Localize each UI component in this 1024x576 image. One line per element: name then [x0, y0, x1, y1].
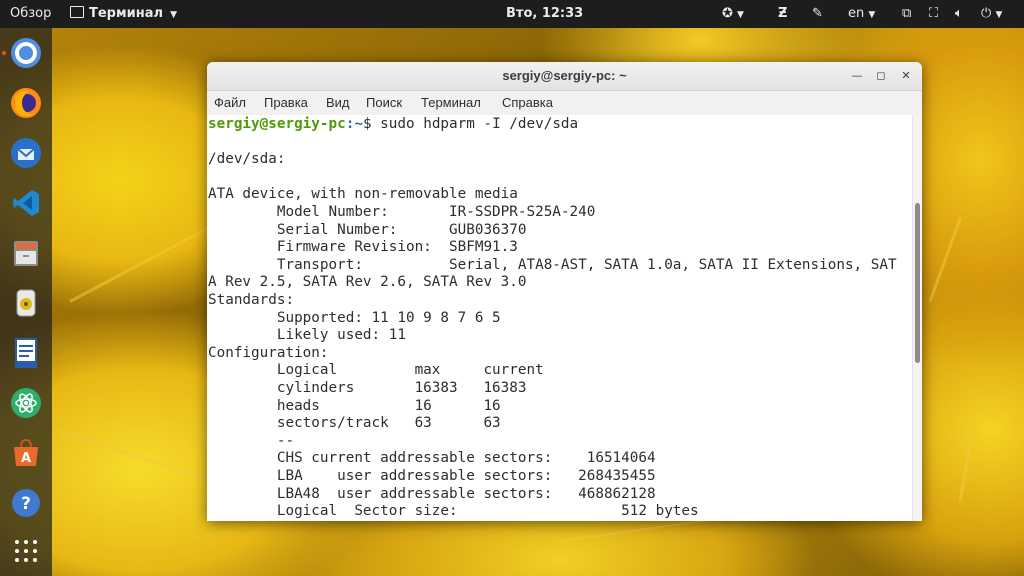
active-app-indicator	[2, 51, 6, 55]
thunderbird-icon[interactable]	[8, 135, 44, 171]
menu-edit[interactable]: Правка	[264, 91, 308, 115]
menu-search[interactable]: Поиск	[366, 91, 402, 115]
help-icon[interactable]: ?	[8, 485, 44, 521]
clock[interactable]: Вто, 12:33	[506, 0, 583, 28]
window-titlebar[interactable]: sergiy@sergiy-pc: ~ — ◻ ✕	[207, 62, 922, 91]
output-line: Standards:	[208, 292, 295, 308]
software-center-icon[interactable]: A	[8, 435, 44, 471]
activities-label: Обзор	[10, 6, 52, 21]
output-line: Firmware Revision: SBFM91.3	[208, 239, 518, 256]
language-label: en	[848, 6, 865, 21]
output-line: LBA user addressable sectors: 268435455	[208, 468, 656, 484]
terminal-scrollbar[interactable]	[912, 115, 922, 521]
pen-indicator-icon[interactable]: ✎	[812, 0, 823, 28]
prompt-symbol: $	[362, 116, 381, 132]
vscode-icon[interactable]	[8, 185, 44, 221]
output-line: A Rev 2.5, SATA Rev 2.6, SATA Rev 3.0	[208, 274, 527, 291]
output-line: /dev/sda:	[208, 151, 286, 168]
language-selector[interactable]: en ▼	[848, 0, 875, 28]
chevron-down-icon: ▼	[170, 10, 178, 20]
menu-view[interactable]: Вид	[326, 91, 350, 115]
window-title: sergiy@sergiy-pc: ~	[502, 68, 627, 83]
volume-icon[interactable]: 🔈︎	[955, 0, 963, 28]
output-line: sectors/track 63 63	[208, 415, 501, 432]
output-line: Logical Sector size: 512 bytes	[208, 503, 699, 520]
top-bar: Обзор Терминал ▼ Вто, 12:33 ✪ ▼ Ƶ ✎ en ▼…	[0, 0, 1024, 28]
chevron-down-icon: ▼	[868, 10, 876, 20]
output-line: Supported: 11 10 9 8 7 6 5	[208, 309, 501, 326]
dock: A ?	[0, 28, 52, 576]
maximize-button[interactable]: ◻	[873, 68, 889, 84]
power-icon: ⏻	[981, 6, 992, 21]
output-line: ATA device, with non-removable media	[208, 186, 518, 203]
menu-terminal[interactable]: Терминал	[421, 91, 481, 115]
prompt-line: sergiy@sergiy-pc:~$ sudo hdparm -I /dev/…	[208, 116, 578, 134]
writer-icon[interactable]	[8, 335, 44, 371]
terminal-window: sergiy@sergiy-pc: ~ — ◻ ✕ Файл Правка Ви…	[207, 62, 922, 521]
prompt-path: :~	[345, 116, 363, 132]
output-line: Model Number: IR-SSDPR-S25A-240	[208, 204, 596, 220]
app-menu-label: Терминал	[89, 6, 164, 21]
output-line: Logical max current	[208, 362, 544, 379]
menu-help[interactable]: Справка	[502, 91, 553, 115]
output-line: Configuration:	[208, 344, 329, 361]
chromium-icon[interactable]	[8, 35, 44, 71]
output-line: --	[208, 432, 295, 449]
file-manager-icon[interactable]	[8, 235, 44, 271]
menu-file[interactable]: Файл	[214, 91, 246, 115]
close-button[interactable]: ✕	[898, 68, 914, 84]
accessibility-icon[interactable]: ✪ ▼	[722, 0, 744, 28]
rhythmbox-icon[interactable]	[8, 285, 44, 321]
power-menu[interactable]: ⏻ ▼	[981, 0, 1002, 28]
minimize-button[interactable]: —	[849, 68, 865, 84]
network-indicator-icon[interactable]: Ƶ	[778, 0, 787, 28]
terminal-icon	[70, 6, 84, 18]
svg-text:A: A	[21, 451, 31, 466]
output-line: LBA48 user addressable sectors: 46886212…	[208, 485, 656, 502]
scrollbar-thumb[interactable]	[915, 203, 920, 363]
network-wired-icon[interactable]: ⛶	[929, 0, 938, 28]
chevron-down-icon: ▼	[995, 10, 1003, 20]
firefox-icon[interactable]	[8, 85, 44, 121]
menu-bar: Файл Правка Вид Поиск Терминал Справка	[207, 91, 922, 115]
clock-label: Вто, 12:33	[506, 6, 584, 21]
output-line: cylinders 16383 16383	[208, 380, 527, 396]
activities-button[interactable]: Обзор	[10, 0, 51, 28]
app-menu[interactable]: Терминал ▼	[70, 0, 177, 28]
terminal-output[interactable]: sergiy@sergiy-pc:~$ sudo hdparm -I /dev/…	[207, 115, 914, 521]
output-line: heads 16 16	[208, 397, 501, 414]
output-line: Likely used: 11	[208, 327, 406, 344]
prompt-user: sergiy@sergiy-pc	[208, 116, 346, 132]
output-line: Serial Number: GUB036370	[208, 221, 527, 238]
show-apps-icon[interactable]	[8, 533, 44, 569]
atom-icon[interactable]	[8, 385, 44, 421]
output-line: CHS current addressable sectors: 1651406…	[208, 450, 656, 467]
output-line: Transport: Serial, ATA8-AST, SATA 1.0a, …	[208, 256, 897, 273]
svg-text:?: ?	[21, 494, 31, 514]
screen-rotation-icon[interactable]: ⧉	[902, 0, 911, 28]
command-text: sudo hdparm -I /dev/sda	[380, 116, 579, 132]
